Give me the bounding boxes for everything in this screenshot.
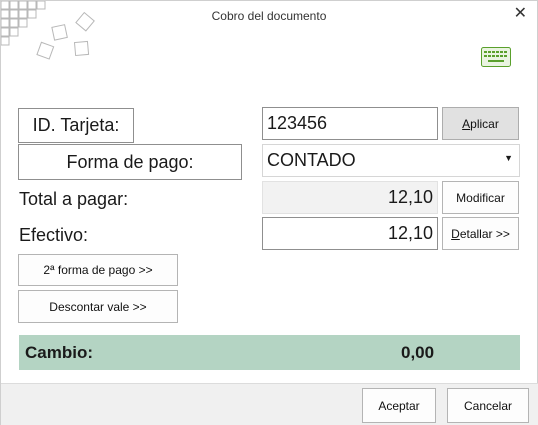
change-label: Cambio: [25,343,93,362]
change-value: 0,00 [401,343,435,362]
keyboard-icon[interactable] [481,47,511,67]
detail-button-label: etallar >> [459,226,510,241]
modify-button[interactable]: Modificar [442,181,519,214]
payment-dialog: Cobro del documento ✕ ID. Tarjeta: 12345… [0,0,538,425]
apply-accelerator: A [462,116,471,131]
detail-accelerator: D [451,226,460,241]
card-id-label: ID. Tarjeta: [18,108,134,143]
cancel-button[interactable]: Cancelar [447,388,529,423]
apply-button-label: plicar [470,116,499,131]
detail-button[interactable]: Detallar >> [442,217,519,250]
second-payment-button[interactable]: 2ª forma de pago >> [18,254,178,286]
cash-label: Efectivo: [19,225,89,245]
payment-method-label: Forma de pago: [18,144,242,180]
payment-method-select[interactable]: CONTADO ▼ [262,144,520,177]
change-bar: Cambio: 0,00 [19,335,520,370]
payment-method-value: CONTADO [267,150,356,170]
total-value: 12,10 [262,181,438,214]
discount-voucher-button[interactable]: Descontar vale >> [18,290,178,323]
card-id-input[interactable]: 123456 [262,107,438,140]
close-icon[interactable]: ✕ [514,5,527,23]
window-title: Cobro del documento [211,9,327,23]
total-label: Total a pagar: [19,189,129,209]
accept-button[interactable]: Aceptar [362,388,436,423]
cash-input[interactable]: 12,10 [262,217,438,250]
dropdown-arrow-icon: ▼ [504,153,513,163]
apply-button[interactable]: Aplicar [442,107,519,140]
dialog-footer: Aceptar Cancelar [1,383,538,425]
